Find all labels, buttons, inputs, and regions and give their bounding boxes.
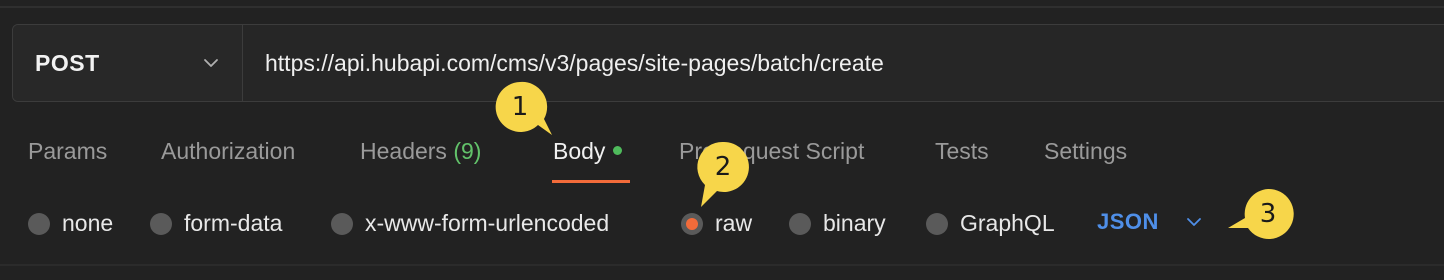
tab-settings[interactable]: Settings [1044,138,1127,165]
body-mode-urlencoded[interactable]: x-www-form-urlencoded [331,210,609,237]
callout-marker-3: 3 [1228,188,1294,240]
radio-urlencoded[interactable] [331,212,353,235]
chevron-down-icon [1187,218,1201,226]
chevron-down-icon [204,59,218,67]
callout-number-1: 1 [511,92,529,122]
http-method-label: POST [35,49,100,76]
body-mode-raw-label: raw [715,210,753,236]
http-method-select[interactable]: POST [13,25,243,101]
body-mode-binary-label: binary [823,210,886,236]
radio-binary[interactable] [789,212,811,235]
radio-raw[interactable] [681,212,703,235]
radio-graphql[interactable] [926,212,948,235]
body-mode-graphql[interactable]: GraphQL [926,210,1055,237]
callout-number-2: 2 [714,152,732,182]
tab-tests[interactable]: Tests [935,138,989,165]
tab-body-label: Body [553,138,606,164]
active-tab-indicator [552,180,630,183]
tab-params[interactable]: Params [28,138,107,165]
tab-body[interactable]: Body [553,138,623,165]
headers-count-badge: (9) [453,138,482,164]
body-mode-raw[interactable]: raw [681,210,752,237]
body-mode-none[interactable]: none [28,210,113,237]
bottom-divider [0,264,1444,266]
tab-authorization[interactable]: Authorization [161,138,295,165]
raw-format-select[interactable]: JSON [1097,209,1203,235]
callout-marker-1: 1 [494,81,552,135]
callout-number-3: 3 [1259,199,1277,229]
body-mode-none-label: none [62,210,114,236]
tab-tests-label: Tests [935,138,989,164]
radio-none[interactable] [28,212,50,235]
tab-authorization-label: Authorization [161,138,296,164]
body-mode-urlencoded-label: x-www-form-urlencoded [365,210,610,236]
tab-settings-label: Settings [1044,138,1128,164]
request-url-bar: POST https://api.hubapi.com/cms/v3/pages… [12,24,1444,102]
body-mode-binary[interactable]: binary [789,210,886,237]
body-mode-graphql-label: GraphQL [960,210,1055,236]
body-mode-form-data-label: form-data [184,210,283,236]
raw-format-label: JSON [1097,209,1159,234]
body-modified-dot [613,146,623,156]
body-mode-form-data[interactable]: form-data [150,210,282,237]
tab-params-label: Params [28,138,108,164]
request-url-input[interactable]: https://api.hubapi.com/cms/v3/pages/site… [243,25,1444,101]
callout-marker-2: 2 [697,141,749,207]
radio-form-data[interactable] [150,212,172,235]
request-editor: POST https://api.hubapi.com/cms/v3/pages… [0,0,1444,280]
top-divider [0,6,1444,8]
tab-headers-label: Headers [360,138,447,164]
tab-headers[interactable]: Headers (9) [360,138,481,165]
